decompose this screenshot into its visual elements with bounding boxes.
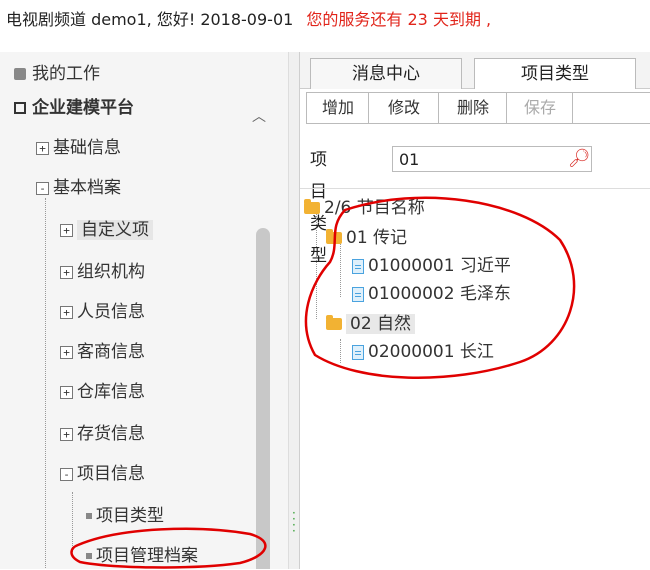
sidebar-item-inventory[interactable]: + 存货信息 (60, 418, 145, 450)
sidebar-item-staff[interactable]: + 人员信息 (60, 296, 145, 328)
sidebar-item-label: 基本档案 (53, 178, 121, 198)
tree-node-label: 02 自然 (346, 314, 416, 334)
bullet-icon (86, 553, 92, 559)
search-icon[interactable]: 🔎︎ (566, 146, 592, 172)
grid-icon (14, 102, 26, 114)
tree-node-nature[interactable]: 02 自然 (326, 311, 416, 337)
sidebar-item-basic-info[interactable]: + 基础信息 (36, 132, 121, 164)
tree-node-biography[interactable]: 01 传记 (326, 225, 407, 251)
sidebar-item-warehouse[interactable]: + 仓库信息 (60, 376, 145, 408)
sidebar-item-label: 人员信息 (77, 302, 145, 322)
file-icon (352, 286, 364, 302)
sidebar-item-custom[interactable]: + 自定义项 (60, 214, 153, 246)
collapse-icon[interactable]: - (36, 181, 49, 195)
file-icon (352, 344, 364, 360)
sidebar-item-project-archive[interactable]: 项目管理档案 (86, 540, 198, 569)
sidebar-item-label: 组织机构 (77, 262, 145, 282)
save-button[interactable]: 保存 (506, 92, 574, 124)
expand-icon[interactable]: + (60, 385, 73, 399)
sidebar: 我的工作 企业建模平台 ︿ + 基础信息 - 基本档案 + 自定义项 + 组织机构 + 人… (0, 52, 289, 569)
expand-icon[interactable]: + (60, 427, 73, 441)
project-type-input[interactable]: 01 (392, 146, 592, 172)
tab-message-center[interactable]: 消息中心 (310, 58, 462, 89)
sidebar-platform-header[interactable]: 企业建模平台 (14, 92, 134, 124)
tree-node-label: 02000001 长江 (368, 342, 494, 362)
toolbar-more-button[interactable] (572, 92, 650, 124)
sidebar-item-project-type[interactable]: 项目类型 (86, 500, 164, 532)
sidebar-item-label: 存货信息 (77, 424, 145, 444)
tree-node-label: 2/6 节目名称 (324, 198, 425, 218)
service-expiry-warning: 您的服务还有 23 天到期 , (306, 10, 492, 29)
sidebar-scrollbar[interactable] (256, 228, 270, 569)
project-tree: 2/6 节目名称 01 传记 01000001 习近平 01000002 毛泽东… (300, 188, 650, 570)
sidebar-my-work[interactable]: 我的工作 (14, 58, 100, 90)
edit-button[interactable]: 修改 (368, 92, 440, 124)
tree-node-label: 01 传记 (346, 228, 408, 248)
expand-icon[interactable]: + (60, 305, 73, 319)
folder-icon (326, 229, 342, 244)
sidebar-item-label: 仓库信息 (77, 382, 145, 402)
sidebar-item-label: 基础信息 (53, 138, 121, 158)
bullet-icon (86, 513, 92, 519)
add-button[interactable]: 增加 (306, 92, 370, 124)
drag-handle-icon[interactable]: · · · · (292, 507, 296, 537)
sidebar-item-customer[interactable]: + 客商信息 (60, 336, 145, 368)
sidebar-item-label: 自定义项 (77, 220, 153, 240)
top-banner: 电视剧频道 demo1, 您好! 2018-09-01 您的服务还有 23 天到… (0, 0, 650, 40)
expand-icon[interactable]: + (36, 141, 49, 155)
sidebar-item-org[interactable]: + 组织机构 (60, 256, 145, 288)
tree-node-leaf[interactable]: 02000001 长江 (352, 339, 494, 365)
main-panel: 消息中心 项目类型 增加 修改 删除 保存 项目类型 01 🔎︎ 2/6 节目名… (300, 52, 650, 569)
sidebar-my-work-label: 我的工作 (32, 64, 100, 84)
tree-node-root[interactable]: 2/6 节目名称 (304, 195, 425, 221)
chevron-up-icon[interactable]: ︿ (252, 106, 266, 126)
tree-node-label: 01000001 习近平 (368, 256, 511, 276)
delete-button[interactable]: 删除 (438, 92, 508, 124)
sidebar-item-project[interactable]: - 项目信息 (60, 458, 145, 490)
expand-icon[interactable]: + (60, 345, 73, 359)
tree-line (316, 209, 317, 319)
greeting-text: 电视剧频道 demo1, 您好! 2018-09-01 (6, 10, 294, 29)
tree-node-leaf[interactable]: 01000002 毛泽东 (352, 281, 511, 307)
tab-bar: 消息中心 项目类型 (300, 52, 650, 89)
sidebar-platform-label: 企业建模平台 (32, 98, 134, 118)
tab-project-type[interactable]: 项目类型 (474, 58, 636, 89)
sidebar-item-label: 项目类型 (96, 506, 164, 526)
sidebar-item-basic-archive[interactable]: - 基本档案 (36, 172, 121, 204)
tree-node-leaf[interactable]: 01000001 习近平 (352, 253, 511, 279)
collapse-icon[interactable]: - (60, 467, 73, 481)
sidebar-item-label: 客商信息 (77, 342, 145, 362)
sidebar-item-label: 项目管理档案 (96, 546, 198, 566)
folder-icon (326, 315, 342, 330)
expand-icon[interactable]: + (60, 223, 73, 237)
tree-node-label: 01000002 毛泽东 (368, 284, 511, 304)
cube-icon (14, 68, 26, 80)
sidebar-item-label: 项目信息 (77, 464, 145, 484)
panel-splitter[interactable]: · · · · (289, 52, 300, 569)
file-icon (352, 258, 364, 274)
tree-line (45, 198, 46, 568)
tree-line (72, 492, 73, 552)
expand-icon[interactable]: + (60, 265, 73, 279)
folder-icon (304, 199, 320, 214)
tree-line (340, 339, 341, 363)
